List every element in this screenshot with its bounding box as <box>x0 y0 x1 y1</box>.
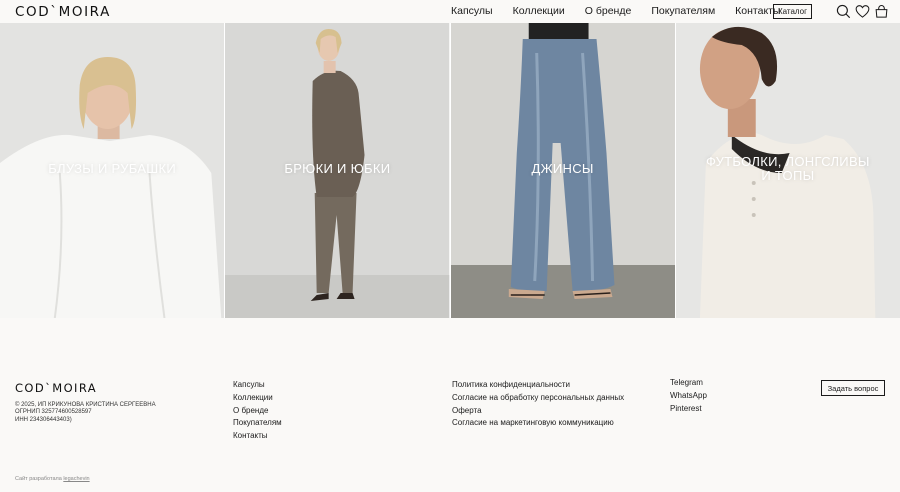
legal-ogrnip: ОГРНИП 325774600528597 <box>15 409 92 416</box>
nav-about[interactable]: О бренде <box>585 5 632 17</box>
footer-link-telegram[interactable]: Telegram <box>670 377 707 390</box>
category-grid: БЛУЗЫ И РУБАШКИ БРЮКИ И ЮБКИ ДЖИНСЫ ФУТБ… <box>0 23 900 318</box>
site-credit: Сайт разработала legachevin <box>15 476 90 482</box>
footer-link-about[interactable]: О бренде <box>233 405 282 418</box>
credit-text: Сайт разработала <box>15 476 62 482</box>
legal-inn: ИНН 234306443403) <box>15 416 72 423</box>
nav-collections[interactable]: Коллекции <box>513 5 565 17</box>
category-label-blouses: БЛУЗЫ И РУБАШКИ <box>48 161 177 176</box>
footer-social: Telegram WhatsApp Pinterest <box>670 377 707 415</box>
footer-link-offer[interactable]: Оферта <box>452 405 624 418</box>
nav-capsules[interactable]: Капсулы <box>451 5 493 17</box>
footer-link-data-consent[interactable]: Согласие на обработку персональных данны… <box>452 392 624 405</box>
category-label-tops: ФУТБОЛКИ, ЛОНГСЛИВЫ И ТОПЫ <box>706 154 870 183</box>
footer-link-whatsapp[interactable]: WhatsApp <box>670 390 707 403</box>
ask-question-button[interactable]: Задать вопрос <box>821 380 885 396</box>
footer-link-pinterest[interactable]: Pinterest <box>670 403 707 416</box>
site-header: COD`MOIRA Капсулы Коллекции О бренде Пок… <box>0 0 900 23</box>
nav-customers[interactable]: Покупателям <box>651 5 715 17</box>
category-tile-blouses[interactable]: БЛУЗЫ И РУБАШКИ <box>0 23 225 318</box>
brand-logo[interactable]: COD`MOIRA <box>15 4 111 20</box>
legal-info: © 2025, ИП КРИКУНОВА КРИСТИНА СЕРГЕЕВНА … <box>15 402 156 424</box>
footer-link-marketing-consent[interactable]: Согласие на маркетинговую коммуникацию <box>452 417 624 430</box>
footer-link-collections[interactable]: Коллекции <box>233 392 282 405</box>
footer-link-capsules[interactable]: Капсулы <box>233 379 282 392</box>
category-label-trousers: БРЮКИ И ЮБКИ <box>284 161 391 176</box>
category-tile-tops[interactable]: ФУТБОЛКИ, ЛОНГСЛИВЫ И ТОПЫ <box>675 23 900 318</box>
footer-link-privacy[interactable]: Политика конфиденциальности <box>452 379 624 392</box>
category-label-jeans: ДЖИНСЫ <box>531 161 594 176</box>
footer-policies: Политика конфиденциальности Согласие на … <box>452 379 624 430</box>
footer-link-customers[interactable]: Покупателям <box>233 417 282 430</box>
credit-link[interactable]: legachevin <box>63 476 89 482</box>
bag-icon[interactable] <box>874 4 889 19</box>
category-tile-trousers[interactable]: БРЮКИ И ЮБКИ <box>225 23 450 318</box>
main-nav: Капсулы Коллекции О бренде Покупателям К… <box>451 5 781 17</box>
heart-icon[interactable] <box>855 4 870 19</box>
search-icon[interactable] <box>836 4 851 19</box>
legal-copyright: © 2025, ИП КРИКУНОВА КРИСТИНА СЕРГЕЕВНА <box>15 402 156 408</box>
category-tile-jeans[interactable]: ДЖИНСЫ <box>450 23 675 318</box>
footer-link-contacts[interactable]: Контакты <box>233 430 282 443</box>
catalog-button[interactable]: Каталог <box>773 4 812 19</box>
footer-menu: Капсулы Коллекции О бренде Покупателям К… <box>233 379 282 443</box>
footer-logo[interactable]: COD`MOIRA <box>15 381 97 395</box>
